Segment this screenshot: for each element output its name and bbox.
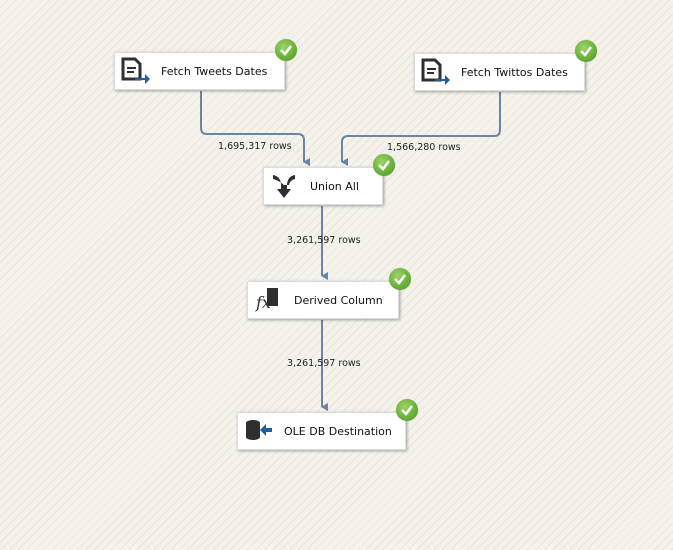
data-flow-canvas[interactable]: 1,695,317 rows 1,566,280 rows 3,261,597 … [0,0,673,550]
task-union-all[interactable]: Union All [263,154,395,205]
rows-label-union-derived: 3,261,597 rows [287,235,361,246]
derived-column-icon: fx [254,286,284,314]
success-check-icon [396,399,418,421]
source-file-icon [121,57,151,85]
rows-label-tweets: 1,695,317 rows [218,141,292,152]
task-label: Fetch Tweets Dates [161,64,268,78]
ole-db-destination-icon [244,417,274,445]
success-check-icon [275,39,297,61]
success-check-icon [389,268,411,290]
task-label: Fetch Twittos Dates [461,65,568,79]
source-file-icon [421,58,451,86]
task-label: OLE DB Destination [284,424,392,438]
rows-label-twittos: 1,566,280 rows [387,142,461,153]
success-check-icon [373,154,395,176]
task-label: Derived Column [294,293,383,307]
task-fetch-twittos-dates[interactable]: Fetch Twittos Dates [414,40,597,91]
svg-text:fx: fx [255,293,271,312]
success-check-icon [575,40,597,62]
rows-label-derived-destination: 3,261,597 rows [287,358,361,369]
task-derived-column[interactable]: fx Derived Column [247,268,411,319]
task-ole-db-destination[interactable]: OLE DB Destination [237,399,418,450]
union-all-icon [270,172,300,200]
task-label: Union All [310,179,359,193]
task-fetch-tweets-dates[interactable]: Fetch Tweets Dates [114,39,297,90]
